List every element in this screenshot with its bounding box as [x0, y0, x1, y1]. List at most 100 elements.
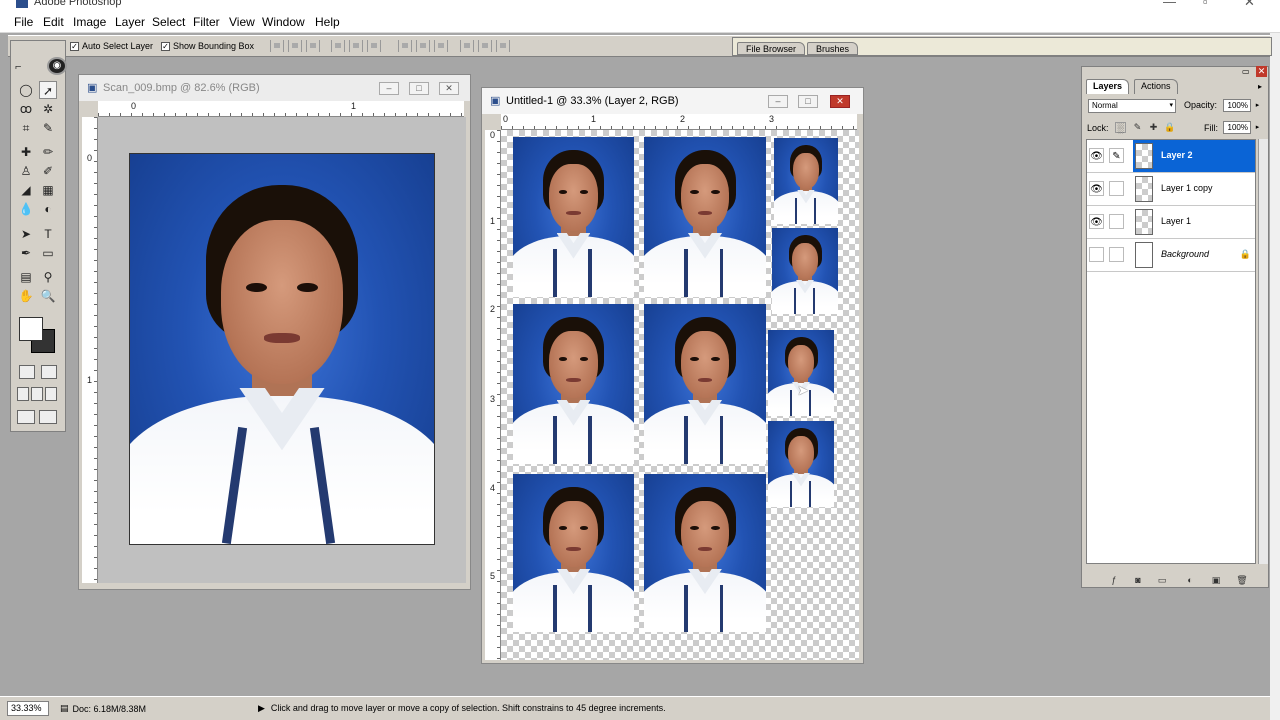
foreground-color-swatch[interactable] — [19, 317, 43, 341]
adobe-online-icon[interactable]: ◉ — [47, 57, 67, 75]
hand-tool-icon[interactable]: ✋ — [17, 287, 35, 305]
menu-file[interactable]: File — [14, 15, 33, 29]
quick-mask-icon[interactable] — [41, 365, 57, 379]
brush-link-icon[interactable] — [1109, 247, 1124, 262]
add-mask-icon[interactable]: ◙ — [1132, 575, 1144, 586]
palette-menu-icon[interactable]: ▸ — [1258, 82, 1262, 91]
opacity-input[interactable]: 100% — [1223, 99, 1251, 112]
trash-icon[interactable]: 🗑 — [1236, 575, 1248, 586]
distribute-vcenter-icon[interactable] — [416, 40, 430, 52]
document-title-bar[interactable]: ▣ Untitled-1 @ 33.3% (Layer 2, RGB) – □ … — [482, 88, 863, 114]
distribute-top-icon[interactable] — [398, 40, 412, 52]
minimize-icon[interactable]: – — [379, 82, 399, 95]
align-right-icon[interactable] — [367, 40, 381, 52]
magic-wand-icon[interactable]: ✲ — [39, 100, 57, 118]
layer-row[interactable]: 👁 Layer 1 copy — [1087, 173, 1255, 206]
eye-icon[interactable]: 👁 — [1089, 181, 1104, 196]
maximize-icon[interactable]: □ — [798, 95, 818, 108]
close-icon[interactable]: ✕ — [1244, 0, 1255, 10]
notes-tool-icon[interactable]: ▤ — [17, 268, 35, 286]
zoom-tool-icon[interactable]: 🔍 — [39, 287, 57, 305]
distribute-right-icon[interactable] — [496, 40, 510, 52]
pen-tool-icon[interactable]: ✒ — [17, 244, 35, 262]
lock-image-icon[interactable]: ✎ — [1132, 122, 1143, 133]
show-bounding-box-checkbox[interactable]: ✓ Show Bounding Box — [161, 41, 254, 51]
screen-mode-full-icon[interactable] — [45, 387, 57, 401]
fill-input[interactable]: 100% — [1223, 121, 1251, 134]
document-window-untitled[interactable]: ▣ Untitled-1 @ 33.3% (Layer 2, RGB) – □ … — [481, 87, 864, 664]
layer-list-scrollbar[interactable] — [1258, 139, 1268, 564]
clone-stamp-icon[interactable]: ♙ — [17, 162, 35, 180]
dodge-tool-icon[interactable]: ◐ — [39, 200, 57, 218]
align-vcenter-icon[interactable] — [288, 40, 302, 52]
align-bottom-icon[interactable] — [306, 40, 320, 52]
play-arrow-icon[interactable]: ▶ — [258, 703, 265, 714]
eraser-tool-icon[interactable]: ◢ — [17, 181, 35, 199]
fill-arrow-icon[interactable]: ▸ — [1253, 122, 1262, 133]
minimize-icon[interactable]: — — [1163, 0, 1176, 9]
healing-brush-icon[interactable]: ✚ — [17, 143, 35, 161]
align-top-icon[interactable] — [270, 40, 284, 52]
menu-image[interactable]: Image — [73, 15, 106, 29]
blend-mode-select[interactable]: Normal ▾ — [1088, 99, 1176, 113]
new-layer-icon[interactable]: ▣ — [1210, 575, 1222, 586]
distribute-bottom-icon[interactable] — [434, 40, 448, 52]
palette-close-icon[interactable]: ✕ — [1256, 66, 1267, 77]
brushes-tab[interactable]: Brushes — [807, 42, 859, 55]
blur-tool-icon[interactable]: 💧 — [17, 200, 35, 218]
lock-transparency-icon[interactable]: ░ — [1115, 122, 1126, 133]
gradient-tool-icon[interactable]: ▦ — [39, 181, 57, 199]
brush-link-icon[interactable] — [1109, 181, 1124, 196]
menu-view[interactable]: View — [229, 15, 255, 29]
path-select-icon[interactable]: ➤ — [17, 225, 35, 243]
window-scrollbar[interactable] — [1270, 33, 1280, 720]
brush-link-icon[interactable] — [1109, 214, 1124, 229]
layer-row[interactable]: 👁 Layer 1 — [1087, 206, 1255, 239]
adjustment-layer-icon[interactable]: ◐ — [1184, 575, 1196, 586]
align-left-icon[interactable] — [331, 40, 345, 52]
file-browser-tab[interactable]: File Browser — [737, 42, 806, 55]
close-icon[interactable]: ✕ — [830, 95, 850, 108]
opacity-arrow-icon[interactable]: ▸ — [1253, 100, 1262, 111]
layer-style-icon[interactable]: ƒ — [1108, 575, 1120, 586]
lasso-tool-icon[interactable]: ꝏ — [17, 100, 35, 118]
layer-row[interactable]: Background 🔒 — [1087, 239, 1255, 272]
eye-icon[interactable]: 👁 — [1089, 214, 1104, 229]
eye-icon[interactable]: 👁 — [1089, 148, 1104, 163]
menu-filter[interactable]: Filter — [193, 15, 220, 29]
layer-row[interactable]: 👁 ✎ Layer 2 — [1087, 140, 1255, 173]
crop-tool-icon[interactable]: ⌗ — [17, 119, 35, 137]
eyedropper-icon[interactable]: ⚲ — [39, 268, 57, 286]
imageready-icon[interactable] — [39, 410, 57, 424]
menu-edit[interactable]: Edit — [43, 15, 64, 29]
screen-mode-full-menu-icon[interactable] — [31, 387, 43, 401]
minimize-icon[interactable]: – — [768, 95, 788, 108]
maximize-icon[interactable]: □ — [409, 82, 429, 95]
move-tool-icon[interactable]: ➚ — [39, 81, 57, 99]
document-info-icon[interactable]: ▤ — [60, 703, 69, 714]
lock-position-icon[interactable]: ✚ — [1148, 122, 1159, 133]
lock-all-icon[interactable]: 🔒 — [1164, 122, 1175, 133]
palette-title-bar[interactable]: ▭ ✕ — [1082, 66, 1268, 79]
screen-mode-standard-icon[interactable] — [17, 387, 29, 401]
distribute-hcenter-icon[interactable] — [478, 40, 492, 52]
tab-actions[interactable]: Actions — [1134, 79, 1178, 94]
marquee-tool-icon[interactable]: ◯ — [17, 81, 35, 99]
menu-help[interactable]: Help — [315, 15, 340, 29]
menu-layer[interactable]: Layer — [115, 15, 145, 29]
menu-window[interactable]: Window — [262, 15, 305, 29]
distribute-left-icon[interactable] — [460, 40, 474, 52]
maximize-icon[interactable]: ▫ — [1203, 0, 1208, 9]
close-icon[interactable]: ✕ — [439, 82, 459, 95]
history-brush-icon[interactable]: ✐ — [39, 162, 57, 180]
jump-to-imageready-icon[interactable] — [17, 410, 35, 424]
align-hcenter-icon[interactable] — [349, 40, 363, 52]
document-window-scan[interactable]: ▣ Scan_009.bmp @ 82.6% (RGB) – □ ✕ 0 1 0… — [78, 74, 471, 590]
shape-tool-icon[interactable]: ▭ — [39, 244, 57, 262]
brush-link-icon[interactable]: ✎ — [1109, 148, 1124, 163]
zoom-field[interactable]: 33.33% — [7, 701, 49, 716]
document-title-bar[interactable]: ▣ Scan_009.bmp @ 82.6% (RGB) – □ ✕ — [79, 75, 470, 101]
tab-layers[interactable]: Layers — [1086, 79, 1130, 94]
auto-select-layer-checkbox[interactable]: ✓ Auto Select Layer — [70, 41, 153, 51]
palette-minimize-icon[interactable]: ▭ — [1242, 67, 1250, 76]
